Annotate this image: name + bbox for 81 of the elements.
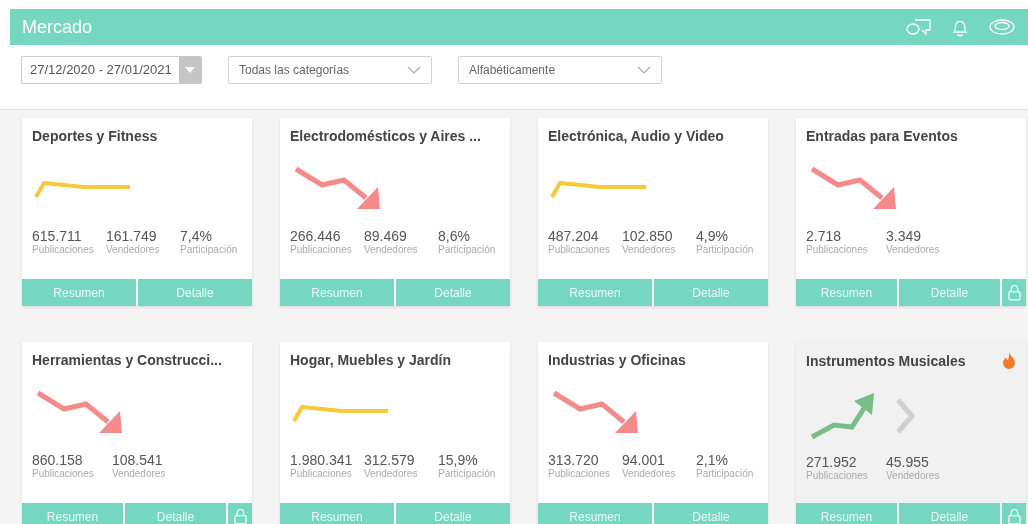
stat-label: Publicaciones bbox=[806, 244, 869, 255]
summary-button[interactable]: Resumen bbox=[796, 503, 897, 524]
detail-button[interactable]: Detalle bbox=[396, 503, 510, 524]
detail-button[interactable]: Detalle bbox=[899, 503, 1000, 524]
stat-label: Participación bbox=[438, 468, 496, 479]
date-range-picker[interactable]: 27/12/2020 - 27/01/2021 bbox=[21, 56, 202, 84]
detail-button[interactable]: Detalle bbox=[899, 279, 1000, 306]
card-title: Electrónica, Audio y Video bbox=[548, 128, 724, 144]
summary-button[interactable]: Resumen bbox=[22, 279, 136, 306]
stat-label: Publicaciones bbox=[290, 244, 353, 255]
summary-button[interactable]: Resumen bbox=[538, 279, 652, 306]
chevron-right-icon[interactable] bbox=[894, 396, 918, 436]
stat-label: Publicaciones bbox=[548, 244, 611, 255]
stat-label: Vendedores bbox=[364, 244, 419, 255]
stat-value: 102.850 bbox=[622, 228, 674, 244]
stat-value: 2.718 bbox=[806, 228, 843, 244]
stat-value: 487.204 bbox=[548, 228, 600, 244]
lock-button[interactable] bbox=[1002, 503, 1026, 524]
stat-value: 8,6% bbox=[438, 228, 470, 244]
stat-label: Publicaciones bbox=[32, 244, 95, 255]
detail-button[interactable]: Detalle bbox=[654, 279, 768, 306]
stat-value: 94.001 bbox=[622, 452, 666, 468]
summary-button[interactable]: Resumen bbox=[22, 503, 123, 524]
stat-value: 15,9% bbox=[438, 452, 478, 468]
stat-label: Participación bbox=[696, 244, 754, 255]
stat-value: 89.469 bbox=[364, 228, 408, 244]
stat-label: Vendedores bbox=[112, 468, 166, 479]
stat-label: Participación bbox=[696, 468, 754, 479]
card-title: Electrodomésticos y Aires ... bbox=[290, 128, 481, 144]
stat-value: 271.952 bbox=[806, 454, 858, 470]
lock-button[interactable] bbox=[1002, 279, 1026, 306]
summary-button[interactable]: Resumen bbox=[796, 279, 897, 306]
stat-label: Publicaciones bbox=[806, 470, 869, 481]
chevron-down-icon bbox=[407, 66, 421, 74]
lock-icon bbox=[233, 508, 247, 524]
stat-value: 615.711 bbox=[32, 228, 83, 244]
stat-value: 3.349 bbox=[886, 228, 922, 244]
stat-value: 313.720 bbox=[548, 452, 600, 468]
stat-value: 161.749 bbox=[106, 228, 158, 244]
stat-label: Vendedores bbox=[106, 244, 161, 255]
summary-button[interactable]: Resumen bbox=[538, 503, 652, 524]
chat-icon[interactable] bbox=[906, 17, 932, 37]
detail-button[interactable]: Detalle bbox=[138, 279, 252, 306]
page-title: Mercado bbox=[22, 16, 93, 38]
card-title: Instrumentos Musicales bbox=[806, 353, 966, 369]
stat-value: 1.980.341 bbox=[290, 452, 354, 468]
stat-value: 860.158 bbox=[32, 452, 84, 468]
stat-value: 266.446 bbox=[290, 228, 342, 244]
stat-label: Publicaciones bbox=[290, 468, 353, 479]
stat-label: Vendedores bbox=[886, 244, 940, 255]
stat-value: 7,4% bbox=[180, 228, 212, 244]
stat-label: Vendedores bbox=[622, 468, 677, 479]
stat-label: Participación bbox=[180, 244, 238, 255]
stat-value: 2,1% bbox=[696, 452, 728, 468]
stat-label: Publicaciones bbox=[32, 468, 95, 479]
caret-icon bbox=[185, 67, 195, 73]
lock-icon bbox=[1007, 508, 1021, 524]
stat-label: Participación bbox=[438, 244, 496, 255]
stat-label: Vendedores bbox=[886, 470, 940, 481]
stat-label: Vendedores bbox=[364, 468, 419, 479]
lock-icon bbox=[1007, 284, 1021, 301]
card-title: Deportes y Fitness bbox=[32, 128, 158, 144]
stat-value: 4,9% bbox=[696, 228, 728, 244]
card-title: Herramientas y Construcci... bbox=[32, 352, 222, 368]
chevron-down-icon bbox=[637, 66, 651, 74]
stat-value: 45.955 bbox=[886, 454, 929, 470]
stat-value: 108.541 bbox=[112, 452, 163, 468]
detail-button[interactable]: Detalle bbox=[654, 503, 768, 524]
card-title: Industrias y Oficinas bbox=[548, 352, 686, 368]
detail-button[interactable]: Detalle bbox=[396, 279, 510, 306]
card-title: Hogar, Muebles y Jardín bbox=[290, 352, 452, 368]
category-dropdown[interactable]: Todas las categorías bbox=[228, 56, 432, 84]
lock-button[interactable] bbox=[228, 503, 252, 524]
sort-dropdown[interactable]: Alfabéticamente bbox=[458, 56, 662, 84]
summary-button[interactable]: Resumen bbox=[280, 503, 394, 524]
stat-value: 312.579 bbox=[364, 452, 416, 468]
stat-label: Publicaciones bbox=[548, 468, 611, 479]
card-title: Entradas para Eventos bbox=[806, 128, 958, 144]
stat-label: Vendedores bbox=[622, 244, 677, 255]
detail-button[interactable]: Detalle bbox=[125, 503, 226, 524]
summary-button[interactable]: Resumen bbox=[280, 279, 394, 306]
